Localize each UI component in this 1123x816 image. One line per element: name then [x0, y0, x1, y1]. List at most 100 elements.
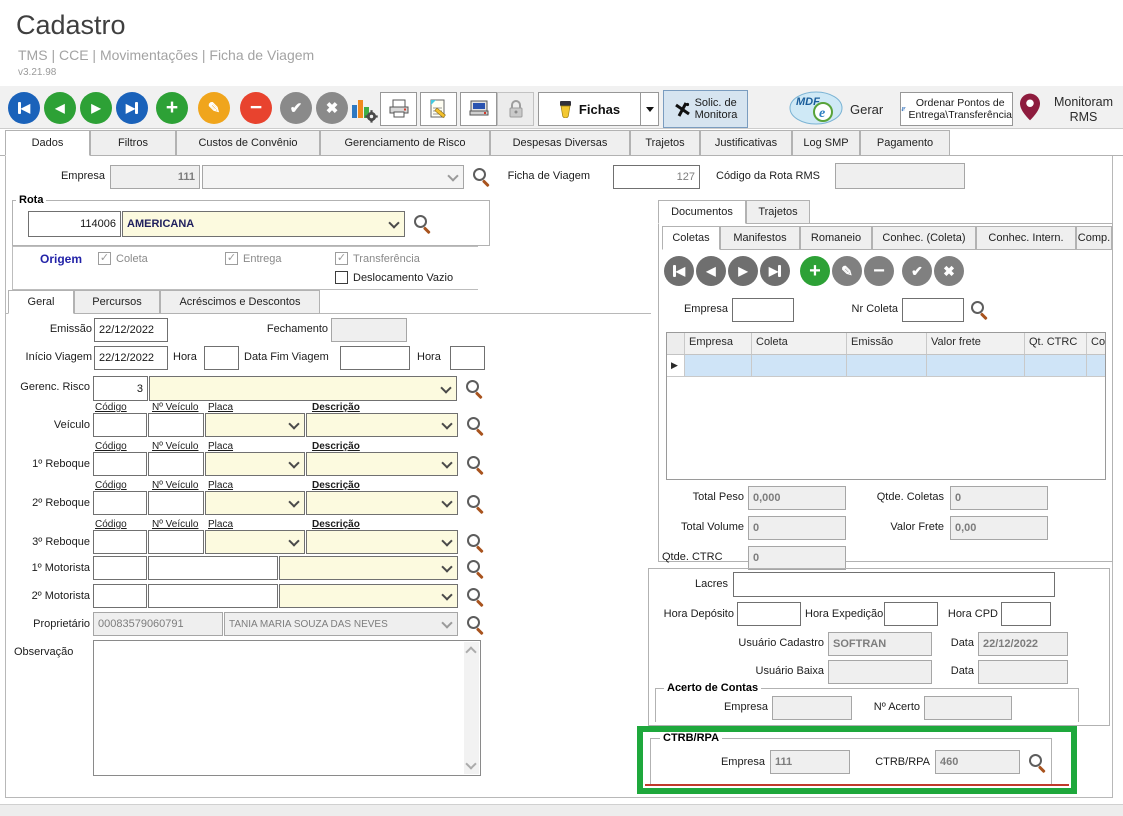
motorista2-combo[interactable] [279, 584, 458, 608]
veiculo-numero-field[interactable] [148, 413, 204, 437]
scroll-down-icon[interactable] [465, 758, 476, 769]
tab-gerenciamento-risco[interactable]: Gerenciamento de Risco [320, 130, 490, 156]
inicio-viagem-field[interactable]: 22/12/2022 [94, 346, 168, 370]
hora-fim-field[interactable] [450, 346, 485, 370]
reboque1-descricao-combo[interactable] [306, 452, 458, 476]
veiculo-search-icon[interactable] [466, 416, 485, 435]
reboque2-placa-combo[interactable] [205, 491, 305, 515]
reboque3-codigo-field[interactable] [93, 530, 147, 554]
subtab-coletas[interactable]: Coletas [662, 226, 720, 250]
coletas-grid-row[interactable]: ▶ [667, 355, 1105, 377]
fichas-dropdown-button[interactable] [640, 92, 659, 126]
reboque2-numero-field[interactable] [148, 491, 204, 515]
hora-cpd-field[interactable] [1001, 602, 1051, 626]
tab-pagamento[interactable]: Pagamento [860, 130, 950, 156]
motorista2-search-icon[interactable] [466, 587, 485, 606]
delete-button[interactable]: − [240, 92, 272, 124]
ctrb-rpa-search-icon[interactable] [1028, 753, 1047, 772]
reboque3-descricao-combo[interactable] [306, 530, 458, 554]
coletas-first-button[interactable]: ◀ [664, 256, 694, 286]
subtab-romaneio[interactable]: Romaneio [800, 226, 872, 250]
coletas-next-button[interactable]: ▶ [728, 256, 758, 286]
motorista1-search-icon[interactable] [466, 559, 485, 578]
ficha-viagem-field[interactable]: 127 [613, 165, 700, 189]
reboque3-numero-field[interactable] [148, 530, 204, 554]
reboque3-search-icon[interactable] [466, 533, 485, 552]
reboque1-codigo-field[interactable] [93, 452, 147, 476]
deslocamento-vazio-checkbox[interactable] [335, 271, 348, 284]
next-record-button[interactable]: ▶ [80, 92, 112, 124]
empresa-search-icon[interactable] [472, 167, 491, 186]
cancel-button[interactable]: ✖ [316, 92, 348, 124]
scroll-up-icon[interactable] [465, 646, 476, 657]
grid-header-valor-frete[interactable]: Valor frete [927, 333, 1025, 354]
monitoram-rms-button[interactable]: Monitoram RMS [1044, 95, 1123, 125]
hora-inicio-field[interactable] [204, 346, 239, 370]
add-button[interactable]: + [156, 92, 188, 124]
tab-acrescimos[interactable]: Acréscimos e Descontos [160, 290, 320, 314]
motorista2-codigo-field[interactable] [93, 584, 147, 608]
fichas-button[interactable]: Fichas [538, 92, 641, 126]
reboque1-placa-combo[interactable] [205, 452, 305, 476]
rota-name-combo[interactable]: AMERICANA [122, 211, 405, 237]
coletas-add-button[interactable]: + [800, 256, 830, 286]
hora-expedicao-field[interactable] [884, 602, 938, 626]
lacres-field[interactable] [733, 572, 1055, 597]
motorista1-codigo-field[interactable] [93, 556, 147, 580]
reboque1-search-icon[interactable] [466, 455, 485, 474]
edit-button[interactable]: ✎ [198, 92, 230, 124]
tab-percursos[interactable]: Percursos [74, 290, 160, 314]
rota-search-icon[interactable] [413, 214, 432, 233]
veiculo-descricao-combo[interactable] [306, 413, 458, 437]
chart-icon[interactable] [350, 95, 378, 123]
grid-header-co[interactable]: Co [1087, 333, 1105, 354]
tab-trajetos[interactable]: Trajetos [630, 130, 700, 156]
tab-custos-convenio[interactable]: Custos de Convênio [176, 130, 320, 156]
subtab-conhec-intern[interactable]: Conhec. Intern. [976, 226, 1076, 250]
first-record-button[interactable]: ◀ [8, 92, 40, 124]
subtab-conhec-coleta[interactable]: Conhec. (Coleta) [872, 226, 976, 250]
coletas-delete-button[interactable]: − [864, 256, 894, 286]
rota-code-field[interactable]: 114006 [28, 211, 121, 237]
reboque1-numero-field[interactable] [148, 452, 204, 476]
grid-header-qt-ctrc[interactable]: Qt. CTRC [1025, 333, 1087, 354]
motorista1-combo[interactable] [279, 556, 458, 580]
nr-coleta-search-icon[interactable] [970, 300, 989, 319]
nr-coleta-field[interactable] [902, 298, 964, 322]
grid-header-empresa[interactable]: Empresa [685, 333, 752, 354]
coleta-empresa-field[interactable] [732, 298, 794, 322]
print-button[interactable] [380, 92, 417, 126]
hora-deposito-field[interactable] [737, 602, 801, 626]
coletas-cancel-button[interactable]: ✖ [934, 256, 964, 286]
gerenc-risco-combo[interactable] [149, 376, 457, 401]
emissao-field[interactable]: 22/12/2022 [94, 318, 168, 342]
previous-record-button[interactable]: ◀ [44, 92, 76, 124]
mdfe-logo[interactable]: MDF e [788, 89, 844, 127]
report-button[interactable] [420, 92, 457, 126]
tab-documentos[interactable]: Documentos [658, 200, 746, 224]
motorista2-nome-field[interactable] [148, 584, 278, 608]
tab-geral[interactable]: Geral [8, 290, 74, 314]
subtab-manifestos[interactable]: Manifestos [720, 226, 800, 250]
ordenar-pontos-button[interactable]: Ordenar Pontos de Entrega\Transferência [900, 92, 1013, 126]
grid-header-emissao[interactable]: Emissão [847, 333, 927, 354]
confirm-button[interactable]: ✔ [280, 92, 312, 124]
coletas-confirm-button[interactable]: ✔ [902, 256, 932, 286]
gerenc-risco-field[interactable]: 3 [93, 376, 148, 401]
location-pin-icon[interactable] [1020, 93, 1040, 121]
veiculo-placa-combo[interactable] [205, 413, 305, 437]
tab-dados[interactable]: Dados [5, 130, 90, 156]
coletas-previous-button[interactable]: ◀ [696, 256, 726, 286]
tab-despesas-diversas[interactable]: Despesas Diversas [490, 130, 630, 156]
reboque2-search-icon[interactable] [466, 494, 485, 513]
tab-filtros[interactable]: Filtros [90, 130, 176, 156]
motorista1-nome-field[interactable] [148, 556, 278, 580]
observacao-scrollbar[interactable] [464, 642, 479, 774]
reboque3-placa-combo[interactable] [205, 530, 305, 554]
last-record-button[interactable]: ▶ [116, 92, 148, 124]
gerar-label[interactable]: Gerar [850, 102, 883, 117]
proprietario-search-icon[interactable] [466, 615, 485, 634]
reboque2-codigo-field[interactable] [93, 491, 147, 515]
data-fim-field[interactable] [340, 346, 410, 370]
observacao-textarea[interactable] [93, 640, 481, 776]
